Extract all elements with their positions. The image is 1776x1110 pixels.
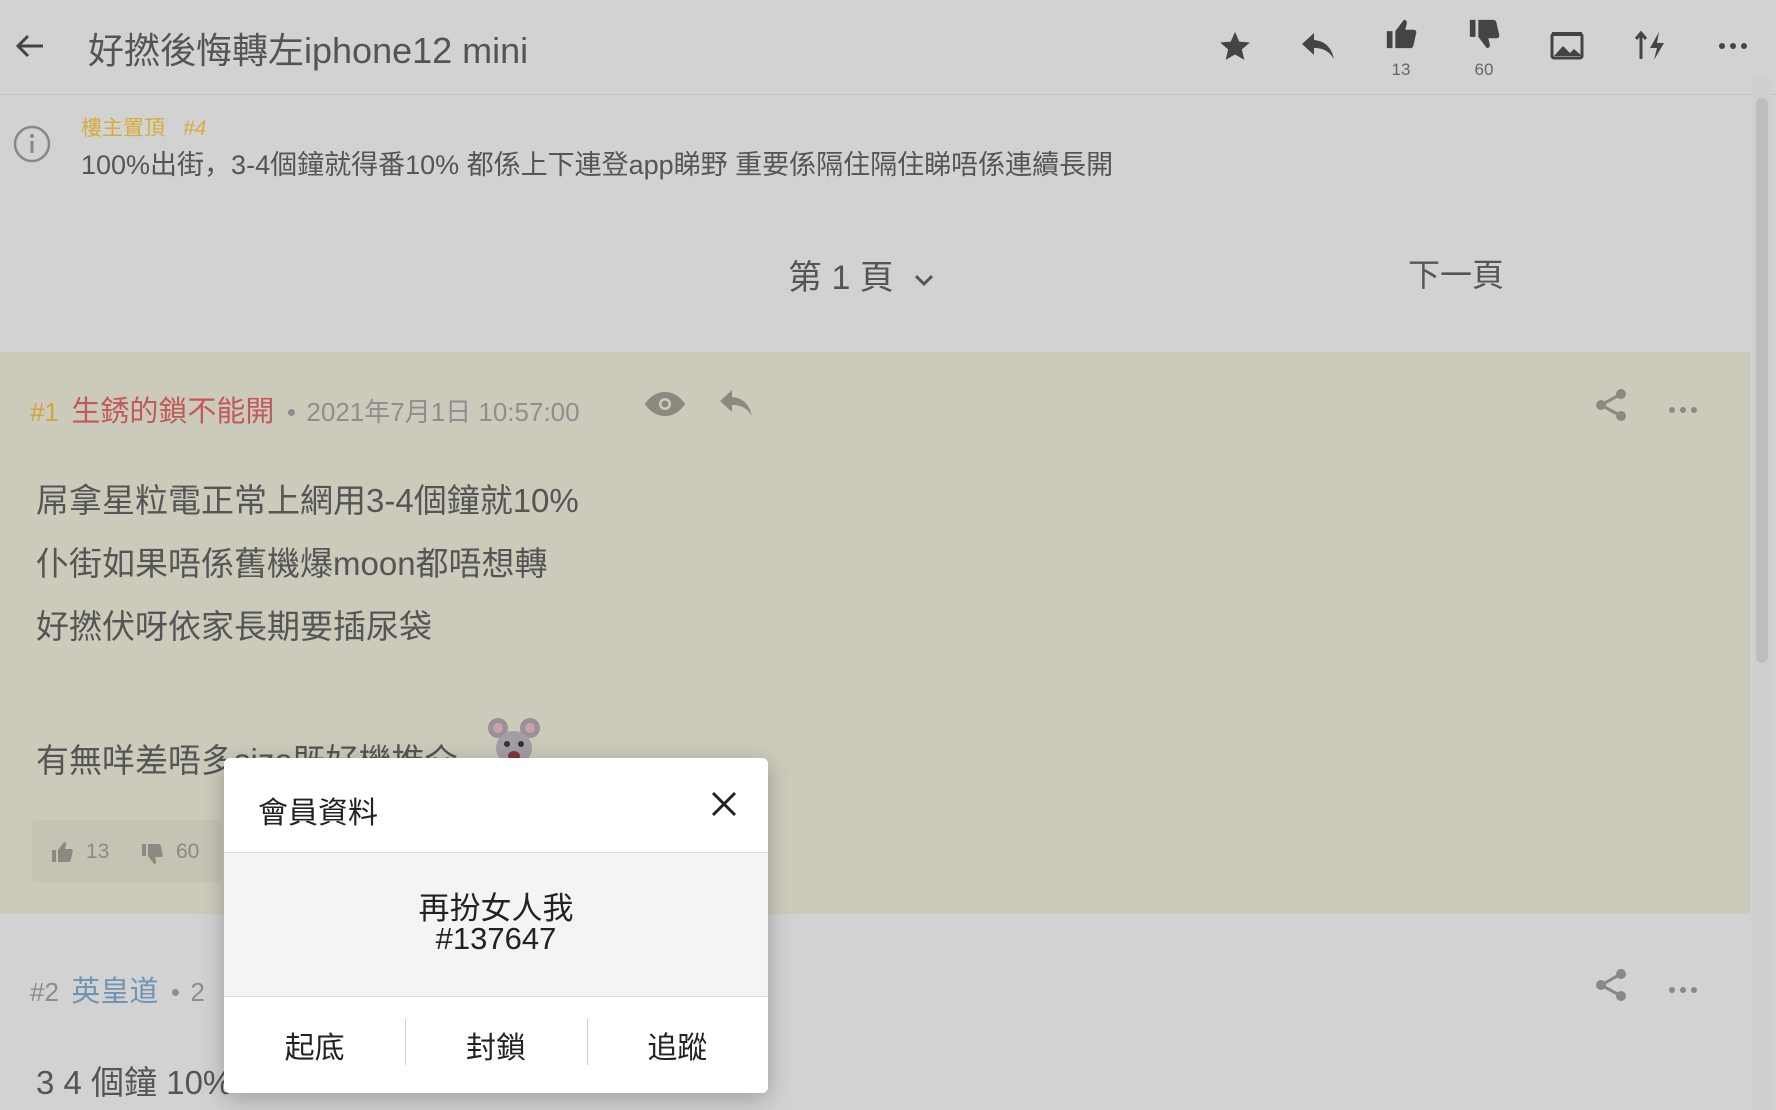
post-more-icon[interactable] [1668,401,1698,419]
more-icon[interactable] [1711,24,1755,68]
post-author[interactable]: 生銹的鎖不能開 [71,396,274,428]
post-timestamp: 2021年7月1日 10:57:00 [306,397,580,427]
sort-flash-icon[interactable] [1628,24,1672,68]
page-label: 第 1 頁 [788,259,894,297]
star-icon[interactable] [1213,24,1257,68]
pinned-tag-text: 樓主置頂 [81,117,165,140]
image-icon[interactable] [1545,24,1589,68]
reply-icon[interactable] [1296,24,1340,68]
eye-icon[interactable] [644,390,686,423]
block-button[interactable]: 封鎖 [405,997,586,1093]
close-icon[interactable] [704,784,744,824]
follow-button[interactable]: 追蹤 [586,997,768,1093]
post-number[interactable]: #2 [30,977,59,1007]
pinned-ref[interactable]: #4 [183,117,206,140]
info-icon [12,124,52,169]
post-header: #2 英皇道 • 2 [30,968,205,1010]
back-arrow-icon[interactable] [8,24,52,68]
like-icon[interactable] [1379,12,1423,56]
chevron-down-icon [915,274,934,287]
post-timestamp: 2 [190,977,205,1007]
share-icon[interactable] [1594,968,1628,1007]
post-header: #1 生銹的鎖不能開 • 2021年7月1日 10:57:00 [30,388,580,430]
next-page-link[interactable]: 下一頁 [1408,250,1504,296]
pinned-label[interactable]: 樓主置頂 #4 [81,112,206,142]
post-body-line: 屌拿星粒電正常上網用3-4個鐘就10% [36,482,579,519]
thread-title: 好撚後悔轉左iphone12 mini [88,30,529,71]
dialog-header: 會員資料 [224,758,768,853]
post-body-line: 好撚伏呀依家長期要插尿袋 [36,608,432,645]
separator-dot: • [286,397,296,427]
share-icon[interactable] [1594,388,1628,427]
post-dislike-count: 60 [176,840,200,863]
post-dislike-icon[interactable] [140,842,164,866]
like-count: 13 [1391,60,1411,79]
post-like-count: 13 [86,840,110,863]
post-vote-bar: 13 60 [32,820,222,882]
separator-dot: • [170,977,180,1007]
dialog-actions: 起底 封鎖 追蹤 [224,997,768,1093]
dialog-title: 會員資料 [258,797,378,830]
scrollbar-thumb[interactable] [1756,98,1768,663]
post-number[interactable]: #1 [30,397,59,427]
dislike-icon[interactable] [1462,12,1506,56]
post-body-line: 仆街如果唔係舊機爆moon都唔想轉 [36,545,548,582]
quote-reply-icon[interactable] [718,388,754,423]
page-selector[interactable]: 第 1 頁 [788,250,935,299]
member-id: #137647 [435,921,557,956]
member-info-dialog: 會員資料 再扮女人我 #137647 起底 封鎖 追蹤 [224,758,768,1093]
dislike-count: 60 [1474,60,1494,79]
dialog-body: 再扮女人我 #137647 [224,853,768,997]
post-like-icon[interactable] [50,840,74,864]
post-more-icon[interactable] [1668,981,1698,999]
pinned-text: 100%出街，3-4個鐘就得番10% 都係上下連登app睇野 重要係隔住隔住睇唔… [81,150,1114,180]
post-body-line: 3 4 個鐘 10% [36,1064,233,1101]
post-author[interactable]: 英皇道 [71,976,158,1008]
dox-button[interactable]: 起底 [224,997,405,1093]
top-bar: 好撚後悔轉左iphone12 mini 13 60 [0,0,1776,95]
